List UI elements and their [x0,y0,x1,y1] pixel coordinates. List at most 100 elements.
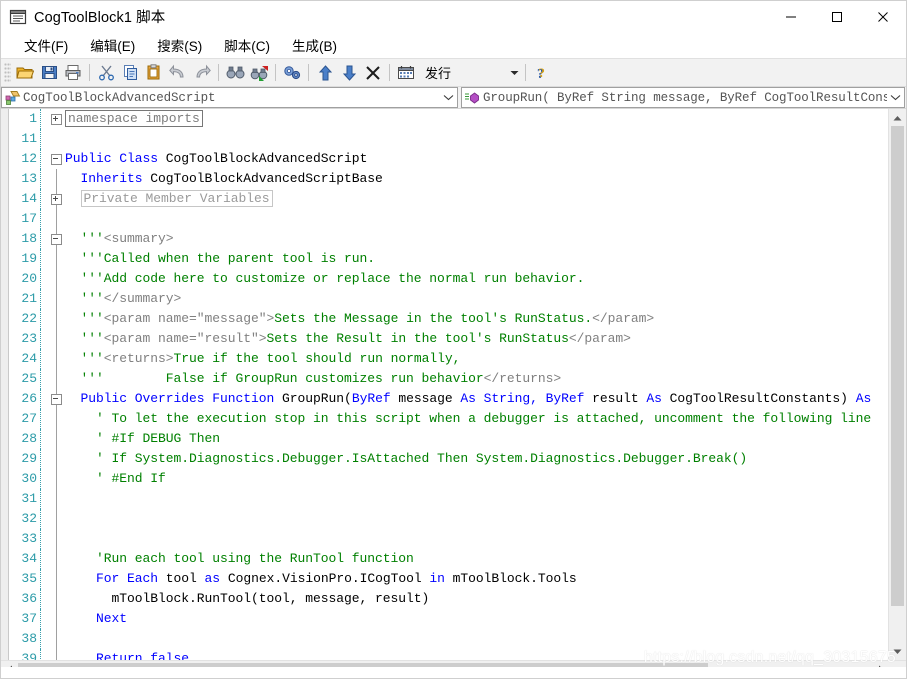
code-editor[interactable]: 1 namespace imports 11 12 Public Class CogTo… [9,109,888,660]
fold-margin[interactable] [47,569,65,589]
code-line-text[interactable]: 'Run each tool using the RunTool functio… [65,549,888,569]
code-line[interactable]: 35 For Each tool as Cognex.VisionPro.ICo… [9,569,888,589]
code-line-text[interactable]: Private Member Variables [65,189,888,209]
code-line[interactable]: 12 Public Class CogToolBlockAdvancedScrip… [9,149,888,169]
find-next-button[interactable] [247,61,271,84]
fold-margin[interactable] [47,549,65,569]
code-line[interactable]: 19 '''Called when the parent tool is run… [9,249,888,269]
code-line[interactable]: 31 [9,489,888,509]
help-button[interactable]: ? ? [530,61,554,84]
menu-script[interactable]: 脚本(C) [213,32,281,59]
close-button[interactable] [860,1,906,32]
code-line-text[interactable]: Public Overrides Function GroupRun(ByRef… [65,389,888,409]
code-line-text[interactable]: ' To let the execution stop in this scri… [65,409,888,429]
code-line[interactable]: 26 Public Overrides Function GroupRun(By… [9,389,888,409]
code-line[interactable]: 20 '''Add code here to customize or repl… [9,269,888,289]
code-line-text[interactable]: ' If System.Diagnostics.Debugger.IsAttac… [65,449,888,469]
code-line-text[interactable]: '''Add code here to customize or replace… [65,269,888,289]
chevron-down-icon[interactable] [440,94,457,101]
code-line[interactable]: 22 '''<param name="message">Sets the Mes… [9,309,888,329]
code-line[interactable]: 18 '''<summary> [9,229,888,249]
menu-search[interactable]: 搜索(S) [146,32,213,59]
vertical-scrollbar[interactable] [888,109,906,660]
fold-margin[interactable] [47,509,65,529]
maximize-button[interactable] [814,1,860,32]
fold-margin[interactable] [47,329,65,349]
fold-margin[interactable] [47,229,65,249]
code-line-text[interactable]: ''' False if GroupRun customizes run beh… [65,369,888,389]
code-line-text[interactable]: '''<summary> [65,229,888,249]
code-line-text[interactable]: namespace imports [65,109,888,129]
code-line-text[interactable]: '''Called when the parent tool is run. [65,249,888,269]
copy-button[interactable] [118,61,142,84]
grid-button[interactable] [394,61,418,84]
code-line[interactable]: 30 ' #End If [9,469,888,489]
fold-margin[interactable] [47,149,65,169]
chevron-down-icon[interactable] [887,94,904,101]
member-combo[interactable]: GroupRun( ByRef String message, ByRef Co… [461,87,905,108]
open-button[interactable] [13,61,37,84]
code-line[interactable]: 32 [9,509,888,529]
cut-button[interactable] [94,61,118,84]
fold-expand-button[interactable] [50,113,62,125]
fold-margin[interactable] [47,209,65,229]
toolbar-grip[interactable] [4,63,11,82]
menu-edit[interactable]: 编辑(E) [79,32,146,59]
code-lines[interactable]: 1 namespace imports 11 12 Public Class CogTo… [9,109,888,660]
fold-margin[interactable] [47,469,65,489]
code-line[interactable]: 36 mToolBlock.RunTool(tool, message, res… [9,589,888,609]
code-line[interactable]: 14 Private Member Variables [9,189,888,209]
code-line[interactable]: 33 [9,529,888,549]
code-line-text[interactable]: mToolBlock.RunTool(tool, message, result… [65,589,888,609]
scroll-up-button[interactable] [889,109,906,126]
code-line-text[interactable]: '''<param name="message">Sets the Messag… [65,309,888,329]
paste-button[interactable] [142,61,166,84]
scroll-down-button[interactable] [889,643,906,660]
move-up-button[interactable] [313,61,337,84]
code-line[interactable]: 27 ' To let the execution stop in this s… [9,409,888,429]
code-line[interactable]: 24 '''<returns>True if the tool should r… [9,349,888,369]
fold-margin[interactable] [47,129,65,149]
fold-margin[interactable] [47,449,65,469]
print-button[interactable] [61,61,85,84]
code-line-text[interactable]: Inherits CogToolBlockAdvancedScriptBase [65,169,888,189]
code-line-text[interactable]: ' #End If [65,469,888,489]
code-line[interactable]: 25 ''' False if GroupRun customizes run … [9,369,888,389]
code-line[interactable]: 29 ' If System.Diagnostics.Debugger.IsAt… [9,449,888,469]
fold-expand-button[interactable] [50,193,62,205]
fold-margin[interactable] [47,649,65,660]
vertical-scroll-thumb[interactable] [891,126,904,606]
fold-margin[interactable] [47,289,65,309]
fold-collapse-button[interactable] [50,233,62,245]
fold-margin[interactable] [47,609,65,629]
code-line[interactable]: 13 Inherits CogToolBlockAdvancedScriptBa… [9,169,888,189]
code-line-text[interactable]: Return false [65,649,888,660]
fold-margin[interactable] [47,369,65,389]
code-line[interactable]: 37 Next [9,609,888,629]
fold-collapse-button[interactable] [50,153,62,165]
delete-button[interactable] [361,61,385,84]
move-down-button[interactable] [337,61,361,84]
fold-margin[interactable] [47,349,65,369]
code-line-text[interactable]: Next [65,609,888,629]
menu-build[interactable]: 生成(B) [281,32,348,59]
code-line-text[interactable]: Public Class CogToolBlockAdvancedScript [65,149,888,169]
class-combo[interactable]: CogToolBlockAdvancedScript [1,87,458,108]
code-line-text[interactable]: For Each tool as Cognex.VisionPro.ICogTo… [65,569,888,589]
fold-margin[interactable] [47,249,65,269]
code-line[interactable]: 38 [9,629,888,649]
collapsed-region[interactable]: namespace imports [65,110,203,127]
fold-margin[interactable] [47,169,65,189]
fold-margin[interactable] [47,429,65,449]
fold-margin[interactable] [47,189,65,209]
save-button[interactable] [37,61,61,84]
fold-margin[interactable] [47,109,65,129]
code-line[interactable]: 28 ' #If DEBUG Then [9,429,888,449]
code-line-text[interactable]: ' #If DEBUG Then [65,429,888,449]
fold-collapse-button[interactable] [50,393,62,405]
configuration-combo[interactable]: 发行 [421,62,521,83]
code-line-text[interactable]: '''<param name="result">Sets the Result … [65,329,888,349]
code-line[interactable]: 21 '''</summary> [9,289,888,309]
fold-margin[interactable] [47,409,65,429]
code-line-text[interactable]: '''<returns>True if the tool should run … [65,349,888,369]
